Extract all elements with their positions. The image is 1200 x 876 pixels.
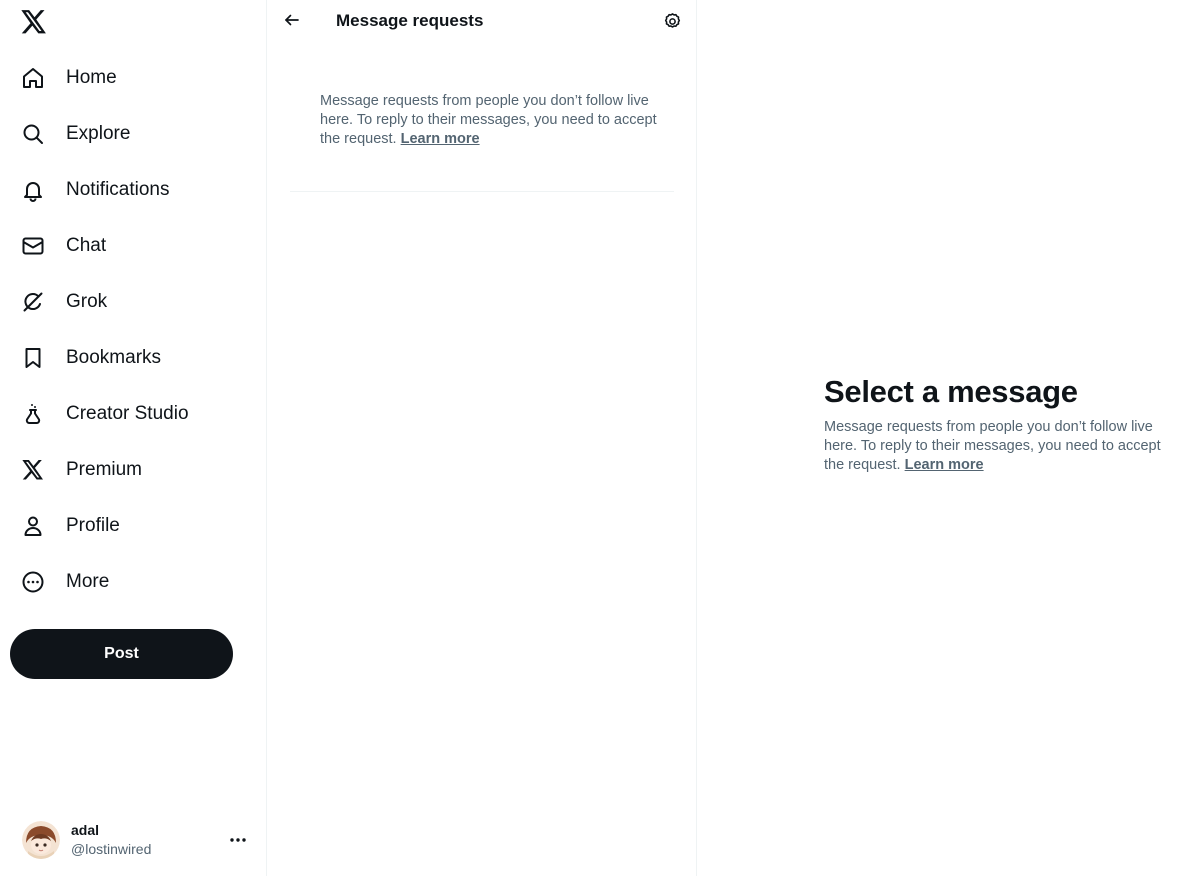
nav-label: Creator Studio bbox=[66, 403, 189, 424]
nav-label: Premium bbox=[66, 459, 143, 480]
nav-item-bookmarks[interactable]: Bookmarks bbox=[0, 330, 267, 386]
nav-label: Profile bbox=[66, 515, 120, 536]
app-window: Home Explore Notifications Chat Grok Boo… bbox=[0, 0, 1200, 876]
learn-more-link[interactable]: Learn more bbox=[401, 131, 480, 147]
nav-item-profile[interactable]: Profile bbox=[0, 498, 267, 554]
nav-label: Explore bbox=[66, 123, 131, 144]
page-title: Message requests bbox=[336, 11, 484, 30]
info-text: Message requests from people you don’t f… bbox=[320, 93, 657, 147]
nav-item-more[interactable]: More bbox=[0, 554, 267, 610]
bell-icon bbox=[20, 177, 46, 203]
home-icon bbox=[20, 65, 46, 91]
flask-icon bbox=[20, 401, 46, 427]
person-icon bbox=[20, 513, 46, 539]
arrow-left-icon[interactable] bbox=[279, 7, 305, 33]
ellipsis-icon[interactable] bbox=[225, 828, 251, 852]
nav-item-creator-studio[interactable]: Creator Studio bbox=[0, 386, 267, 442]
nav-label: Bookmarks bbox=[66, 347, 162, 368]
learn-more-link[interactable]: Learn more bbox=[905, 457, 984, 473]
more-circle-icon bbox=[20, 569, 46, 595]
x-logo-icon bbox=[20, 457, 46, 483]
empty-state-title: Select a message bbox=[824, 374, 1078, 409]
info-text: Message requests from people you don’t f… bbox=[824, 419, 1161, 473]
post-button[interactable]: Post bbox=[10, 629, 233, 679]
nav-item-explore[interactable]: Explore bbox=[0, 106, 267, 162]
account-switcher[interactable]: adal @lostinwired bbox=[0, 810, 267, 870]
gear-icon[interactable] bbox=[659, 8, 685, 34]
nav-item-grok[interactable]: Grok bbox=[0, 274, 267, 330]
account-info: adal @lostinwired bbox=[71, 821, 151, 859]
nav-label: More bbox=[66, 571, 110, 592]
mail-icon bbox=[20, 233, 46, 259]
message-requests-panel: Message requests Message requests from p… bbox=[267, 0, 697, 876]
nav-item-home[interactable]: Home bbox=[0, 50, 267, 106]
divider bbox=[290, 191, 674, 192]
nav-label: Grok bbox=[66, 291, 108, 312]
nav-label: Chat bbox=[66, 235, 107, 256]
grok-icon bbox=[20, 289, 46, 315]
nav-item-premium[interactable]: Premium bbox=[0, 442, 267, 498]
panel-header: Message requests bbox=[267, 0, 697, 42]
search-icon bbox=[20, 121, 46, 147]
sidebar: Home Explore Notifications Chat Grok Boo… bbox=[0, 0, 267, 876]
nav-label: Notifications bbox=[66, 179, 170, 200]
avatar bbox=[22, 821, 60, 859]
nav-label: Home bbox=[66, 67, 117, 88]
account-name: adal bbox=[71, 822, 100, 838]
empty-state-text: Message requests from people you don’t f… bbox=[824, 418, 1164, 475]
x-logo-icon[interactable] bbox=[14, 4, 54, 40]
nav-item-notifications[interactable]: Notifications bbox=[0, 162, 267, 218]
requests-info-text: Message requests from people you don’t f… bbox=[320, 92, 660, 149]
account-handle: @lostinwired bbox=[71, 841, 152, 857]
bookmark-icon bbox=[20, 345, 46, 371]
nav-item-chat[interactable]: Chat bbox=[0, 218, 267, 274]
conversation-pane: Select a message Message requests from p… bbox=[697, 0, 1200, 876]
primary-nav: Home Explore Notifications Chat Grok Boo… bbox=[0, 50, 267, 610]
